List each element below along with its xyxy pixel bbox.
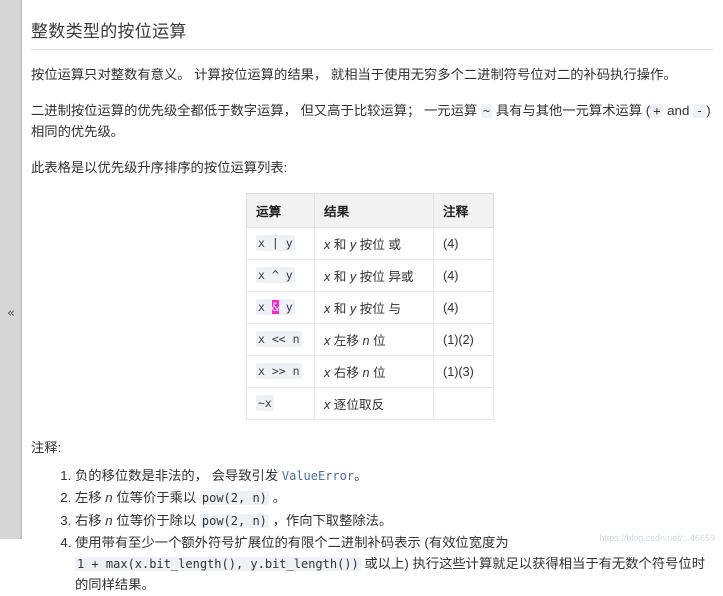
note-2-code: pow(2, n) [199,491,269,506]
result-variable-2: y [349,238,357,253]
cell-result: x 逐位取反 [314,387,434,421]
cell-note: (4) [433,259,494,293]
notes-list: 负的移位数是非法的， 会导致引发 ValueError。 左移 n 位等价于乘以… [31,465,713,596]
sidebar-divider [20,0,21,539]
note-3-code: pow(2, n) [199,513,269,528]
code-tilde: ~ [480,103,493,118]
cell-operation: ~x [246,387,315,421]
note-2-text-1: 左移 [75,490,106,506]
paragraph-precedence-text-3: and [663,102,694,118]
operation-operand-right: y [278,235,293,250]
collapsed-sidebar: « [0,0,22,539]
table-header-row: 运算 结果 注释 [246,193,494,229]
cell-result: x 和 y 按位 与 [314,291,434,325]
cell-operation: x & y [246,291,315,325]
note-1-text-1: 负的移位数是非法的， 会导致引发 [75,468,282,484]
page-title: 整数类型的按位运算 [31,17,713,50]
cell-result: x 右移 n 位 [314,355,434,389]
table-row: x << nx 左移 n 位 (1)(2) [246,323,494,357]
note-1-text-2: 。 [354,468,368,484]
column-header-operation: 运算 [246,193,315,229]
operation-operand-left: x [258,299,272,314]
operation-symbol: << [271,331,286,346]
notes-label: 注释: [31,440,62,456]
code-minus: - [693,103,707,118]
operation-symbol: ^ [271,267,279,282]
note-3-text-1: 右移 [75,512,106,528]
cell-operation: x >> n [246,355,315,389]
note-3-text-3: ，作向下取整除法。 [268,512,393,528]
cell-note: (4) [433,227,494,261]
operation-code: ~x [256,394,274,411]
operation-code: x << n [256,330,302,347]
operation-operand-right: n [285,331,300,346]
note-2-variable: n [105,490,113,506]
note-4-code: 1 + max(x.bit_length(), y.bit_length()) [75,557,361,572]
paragraph-intro: 按位运算只对整数有意义。 计算按位运算的结果， 就相当于使用无穷多个二进制符号位… [31,67,677,82]
operation-operand-right: y [278,299,293,314]
bitwise-operations-table: 运算 结果 注释 x | yx 和 y 按位 或 (4) x ^ yx 和 y 按位… [246,193,494,421]
paragraph-precedence-text-2: 具有与其他一元算术运算 ( [492,102,651,118]
table-row: x & yx 和 y 按位 与 (4) [246,291,494,325]
operation-operand-right: n [285,363,300,378]
result-variable-x: x [324,366,331,381]
result-variable-x: x [324,238,331,253]
cell-operation: x << n [246,323,315,357]
result-variable-x: x [324,334,331,349]
column-header-result: 结果 [314,193,434,229]
cell-result: x 左移 n 位 [314,323,434,357]
note-2-text-2: 位等价于乘以 [112,490,200,506]
cell-result: x 和 y 按位 异或 [314,259,434,293]
code-plus: + [650,103,664,118]
valueerror-link[interactable]: ValueError [282,469,354,483]
operation-code: x | y [256,234,295,251]
cell-result: x 和 y 按位 或 [314,227,434,261]
note-3-text-2: 位等价于除以 [112,512,200,528]
watermark: https://blog.csdn.net/...46659 [599,533,715,543]
operation-code: x ^ y [256,266,295,283]
table-row: x ^ yx 和 y 按位 异或 (4) [246,259,494,293]
cell-note: (1)(3) [433,355,494,389]
cell-operation: x ^ y [246,259,315,293]
operation-operand-left: x [258,235,272,250]
table-row: x | yx 和 y 按位 或 (4) [246,227,494,261]
column-header-note: 注释 [433,193,494,229]
paragraph-precedence: 二进制按位运算的优先级全都低于数字运算， 但又高于比较运算； 一元运算 ~ 具有… [31,100,713,143]
operation-operand-left: x [258,363,272,378]
note-4-text-1: 使用带有至少一个额外符号扩展位的有限个二进制补码表示 (有效位宽度为 [75,534,509,550]
note-3-variable: n [105,512,113,528]
note-item-2: 左移 n 位等价于乘以 pow(2, n) 。 [75,487,713,508]
operation-operand-left: x [258,331,272,346]
result-variable-2: y [349,270,357,285]
operation-code: x & y [256,298,295,315]
note-item-1: 负的移位数是非法的， 会导致引发 ValueError。 [75,465,713,486]
cell-note: (1)(2) [433,323,494,357]
operation-operand-left: x [258,267,272,282]
paragraph-table-intro: 此表格是以优先级升序排序的按位运算列表: [31,159,288,175]
table-row: x >> nx 右移 n 位 (1)(3) [246,355,494,389]
document-content: 整数类型的按位运算 按位运算只对整数有意义。 计算按位运算的结果， 就相当于使用… [23,0,723,592]
cell-note: (4) [433,291,494,325]
operation-operand-right: y [278,267,293,282]
paragraph-precedence-text-1: 二进制按位运算的优先级全都低于数字运算， 但又高于比较运算； 一元运算 [31,102,481,118]
operation-symbol: | [271,235,279,250]
result-variable-2: n [362,366,370,381]
operation-symbol: ~x [258,395,272,410]
result-variable-x: x [324,398,331,413]
note-2-text-3: 。 [268,490,286,506]
cell-operation: x | y [246,227,315,261]
result-variable-2: n [362,334,370,349]
result-variable-2: y [349,302,357,317]
result-variable-x: x [324,270,331,285]
note-item-3: 右移 n 位等价于除以 pow(2, n) ，作向下取整除法。 [75,510,713,531]
operation-symbol: >> [271,363,286,378]
cell-note [433,387,494,421]
operation-symbol: & [271,299,279,314]
table-row: ~x x 逐位取反 [246,387,494,421]
result-variable-x: x [324,302,331,317]
operation-code: x >> n [256,362,302,379]
sidebar-collapse-toggle-icon[interactable]: « [5,306,17,322]
